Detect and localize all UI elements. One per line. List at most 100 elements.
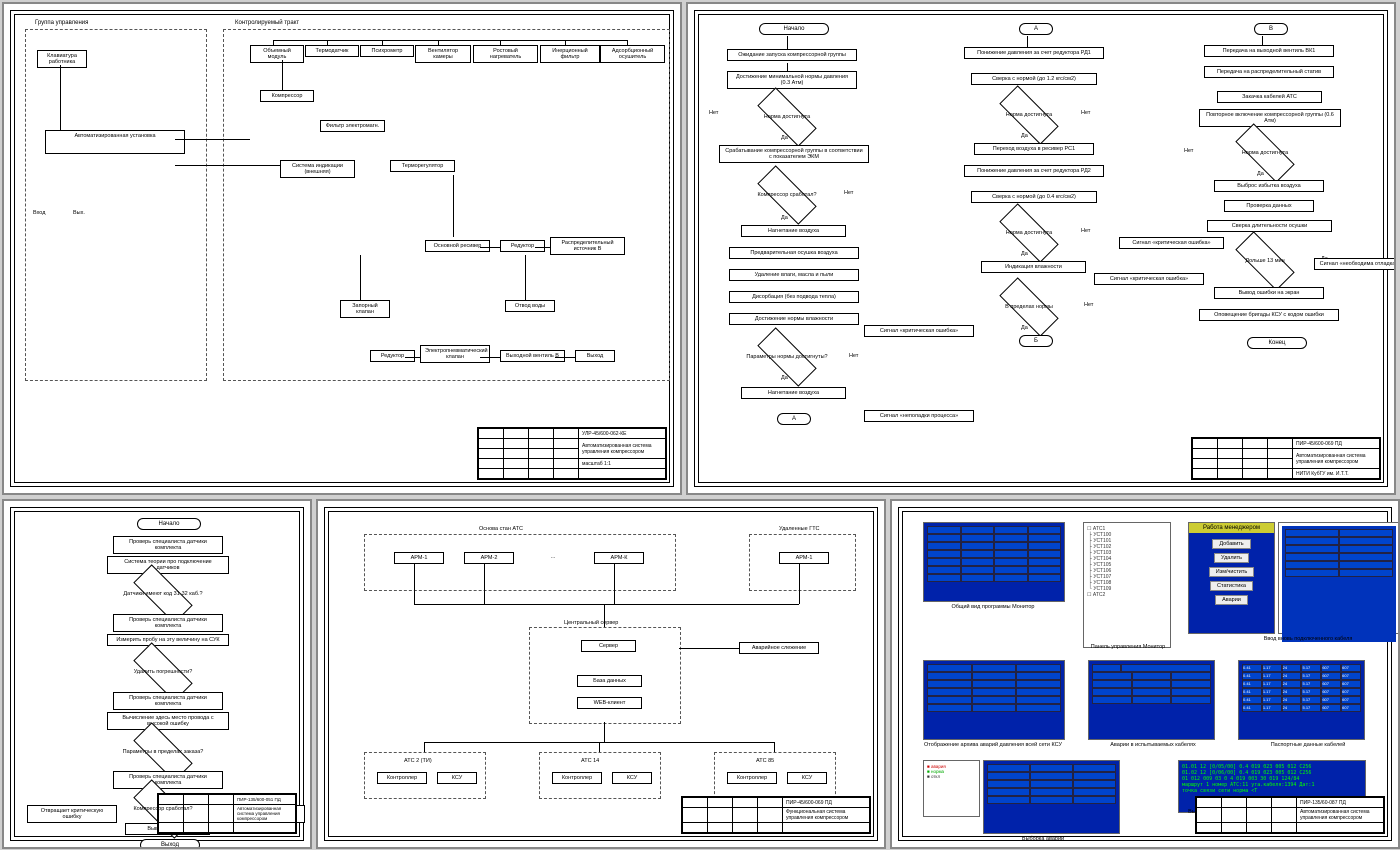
s3-a5: Проверь специалиста датчики комплекта [113,692,223,710]
a-sig2: Сигнал «неполадки процесса» [864,410,974,422]
a-step4: Нагнетание воздуха [741,225,846,237]
io-out: Вых. [73,210,85,216]
shot-monitor [923,522,1065,602]
box-b16: Распределительный источник В [550,237,625,255]
title-block-1: УЛР-45/600-062-КЕ Автоматизированная сис… [477,427,667,480]
s3-a3: Проверь специалиста датчики комплекта [113,614,223,632]
shot-archive [923,660,1065,740]
cap6: Паспортные данные кабелей [1238,742,1378,748]
shot-select [983,760,1120,834]
sheet-subroutine: Начало Проверь специалиста датчики компл… [2,499,312,849]
s3-left: Отвращает критическую ошибку [27,805,117,823]
a-step7: Дисорбация (без подвода тепла) [729,291,859,303]
box-auto-unit: Автоматизированная установка [45,130,185,154]
box-compressor: Компрессор [260,90,314,102]
b-sig: Сигнал «критическая ошибка» [1094,273,1204,285]
b4: Понижение давления за счет редуктора РД2 [964,165,1104,177]
box-b18: Отвод воды [505,300,555,312]
shot-tree: ☐ АТС1 ├ УСТ100 ├ УСТ101 ├ УСТ102 ├ УСТ1… [1083,522,1171,648]
box-keyboard: Клавиатура работника [37,50,87,68]
c-sig1: Сигнал «критическая ошибка» [1119,237,1224,249]
c6: Проверка данных [1224,200,1314,212]
box-b5: Психрометр [360,45,414,57]
b5: Сверка с нормой (до 0.4 кгс/см2) [971,191,1097,203]
a-step5: Предварительная осушка воздуха [729,247,859,259]
c4: Повторное включение компрессорной группы… [1199,109,1341,127]
arm-remote: АРМ-1 [779,552,829,564]
sheet-screenshots: Общий вид программы Монитор ☐ АТС1 ├ УСТ… [890,499,1400,849]
c3: Закачка кабелей АТС [1217,91,1322,103]
c5: Выброс избытка воздуха [1214,180,1324,192]
shot-passport: 0.411.17245.17607607 0.411.17245.1760760… [1238,660,1365,740]
group-tract [223,29,670,381]
server: Сервер [581,640,636,652]
a-step3: Срабатывание компрессорной группы в соот… [719,145,869,163]
alert: Аварийное слежение [739,642,819,654]
box-b20: Электропневматический клапан [420,345,490,363]
cap5: Аварии в испытываемых кабелях [1083,742,1223,748]
c2: Передача на распределительный статив [1204,66,1334,78]
io-in: Вход [33,210,45,216]
s3-a7: Проверь специалиста датчики комплекта [113,771,223,789]
a-step8: Достижение нормы влажности [729,313,859,325]
box-b12: Терморегулятор [390,160,455,172]
group-control [25,29,207,381]
a-d3: Параметры нормы достигнуты? [745,337,829,377]
a-d2: Компрессор сработал? [745,175,829,215]
box-b9: Адсорбционный осушитель [600,45,665,63]
s3-d2: Удалить погрешности? [121,652,205,692]
cap3: Ввод вновь подключенного кабеля [1223,636,1393,642]
title-block-2: ПИР-45/600-069 ПД Автоматизированная сис… [1191,437,1381,480]
center-label: Центральный сервер [564,620,618,626]
b2: Сверка с нормой (до 1.2 кгс/см2) [971,73,1097,85]
a-step9: Нагнетание воздуха [741,387,846,399]
box-b17: Запорный клапан [340,300,390,318]
s3-a6: Вычисление здесь место провода с высокой… [107,712,229,730]
b-d2: Норма достигнута [987,213,1071,253]
term-start: Начало [759,23,829,35]
shot-legend: ■ авария■ норма■ откл [923,760,980,817]
box-b13: Фильтр электромагн. [320,120,385,132]
s3-d3: Параметры в пределах заказа? [121,732,205,772]
b1: Понижение давления за счет редуктора РД1 [964,47,1104,59]
b-d3: В пределах нормы [987,287,1071,327]
sheet-algorithm: Начало Ожидание запуска компрессорной гр… [686,2,1396,495]
box-b8: Инерционный фильтр [540,45,600,63]
arm-dots: ... [534,552,572,562]
title-block-4: ПИР-45/600-069 ПД Функциональная система… [681,796,871,834]
a-step6: Удаление влаги, масла и пыли [729,269,859,281]
s3-end: Выход [140,839,200,849]
a-conn: A [777,413,811,425]
box-b4: Термодатчик [305,45,359,57]
a-step2: Достижение минимальной нормы давления (0… [727,71,857,89]
box-b22: Выход [575,350,615,362]
s3-d1: Датчики имеют код 31-32 каб.? [121,574,205,614]
cap7: Выборка аварии [973,836,1113,842]
b-conn: A [1019,23,1053,35]
c-d1: Норма достигнута [1223,133,1307,173]
arm1: АРМ-1 [394,552,444,564]
tr-label: Удаленные ГТС [779,526,820,532]
shot-manager: Работа менеджером Добавить Удалить Изм/ч… [1188,522,1275,634]
arm2: АРМ-2 [464,552,514,564]
shot-input [1278,522,1400,634]
s3-start: Начало [137,518,201,530]
c7: Сверка длительности осушки [1207,220,1332,232]
c-conn: В [1254,23,1288,35]
c8: Вывод ошибки на экран [1214,287,1324,299]
box-b11: Система индикации (внешняя) [280,160,355,178]
title-block-5: ПИР-135/60-087 ПД Автоматизированная сис… [1195,796,1385,834]
cap1: Общий вид программы Монитор [923,604,1063,610]
sheet-network: Основа стан АТС Удаленные ГТС АРМ-1 АРМ-… [316,499,886,849]
shot-test [1088,660,1215,740]
b6: Индикация влажности [981,261,1086,273]
c-sig2: Сигнал «необходима отладка» [1314,258,1396,270]
c-end: Конец [1247,337,1307,349]
web: WEB-клиент [577,697,642,709]
c1: Передача на выходной вентиль ВК1 [1204,45,1334,57]
group-control-label: Группа управления [35,20,88,26]
title-block-3: ПИР-135/600-051 ПД Автоматизированная си… [157,793,297,834]
b3: Переход воздуха в ресивер РС1 [974,143,1094,155]
s3-a1: Проверь специалиста датчики комплекта [113,536,223,554]
box-b6: Вентилятор камеры [415,45,471,63]
